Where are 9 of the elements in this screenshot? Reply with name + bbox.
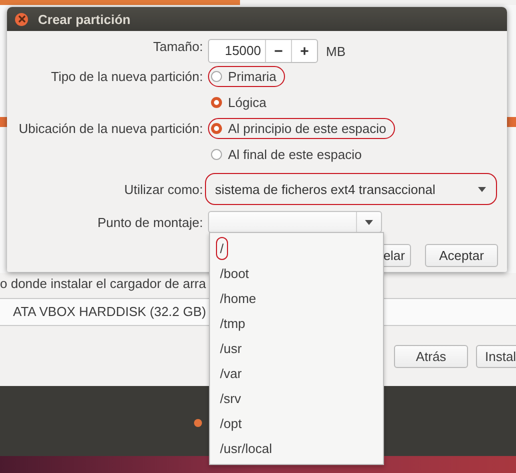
bootloader-label: o donde instalar el cargador de arra <box>0 275 206 293</box>
mount-point-label: Punto de montaje: <box>97 214 203 230</box>
radio-group-label: Ubicación de la nueva partición: <box>18 120 203 136</box>
radio-group-label: Tipo de la nueva partición: <box>50 68 203 84</box>
use-as-label: Utilizar como: <box>124 182 203 196</box>
dialog-title: Crear partición <box>38 12 130 26</box>
size-value: 15000 <box>224 42 262 60</box>
size-label: Tamaño: <box>153 39 203 56</box>
size-unit: MB <box>326 44 346 58</box>
